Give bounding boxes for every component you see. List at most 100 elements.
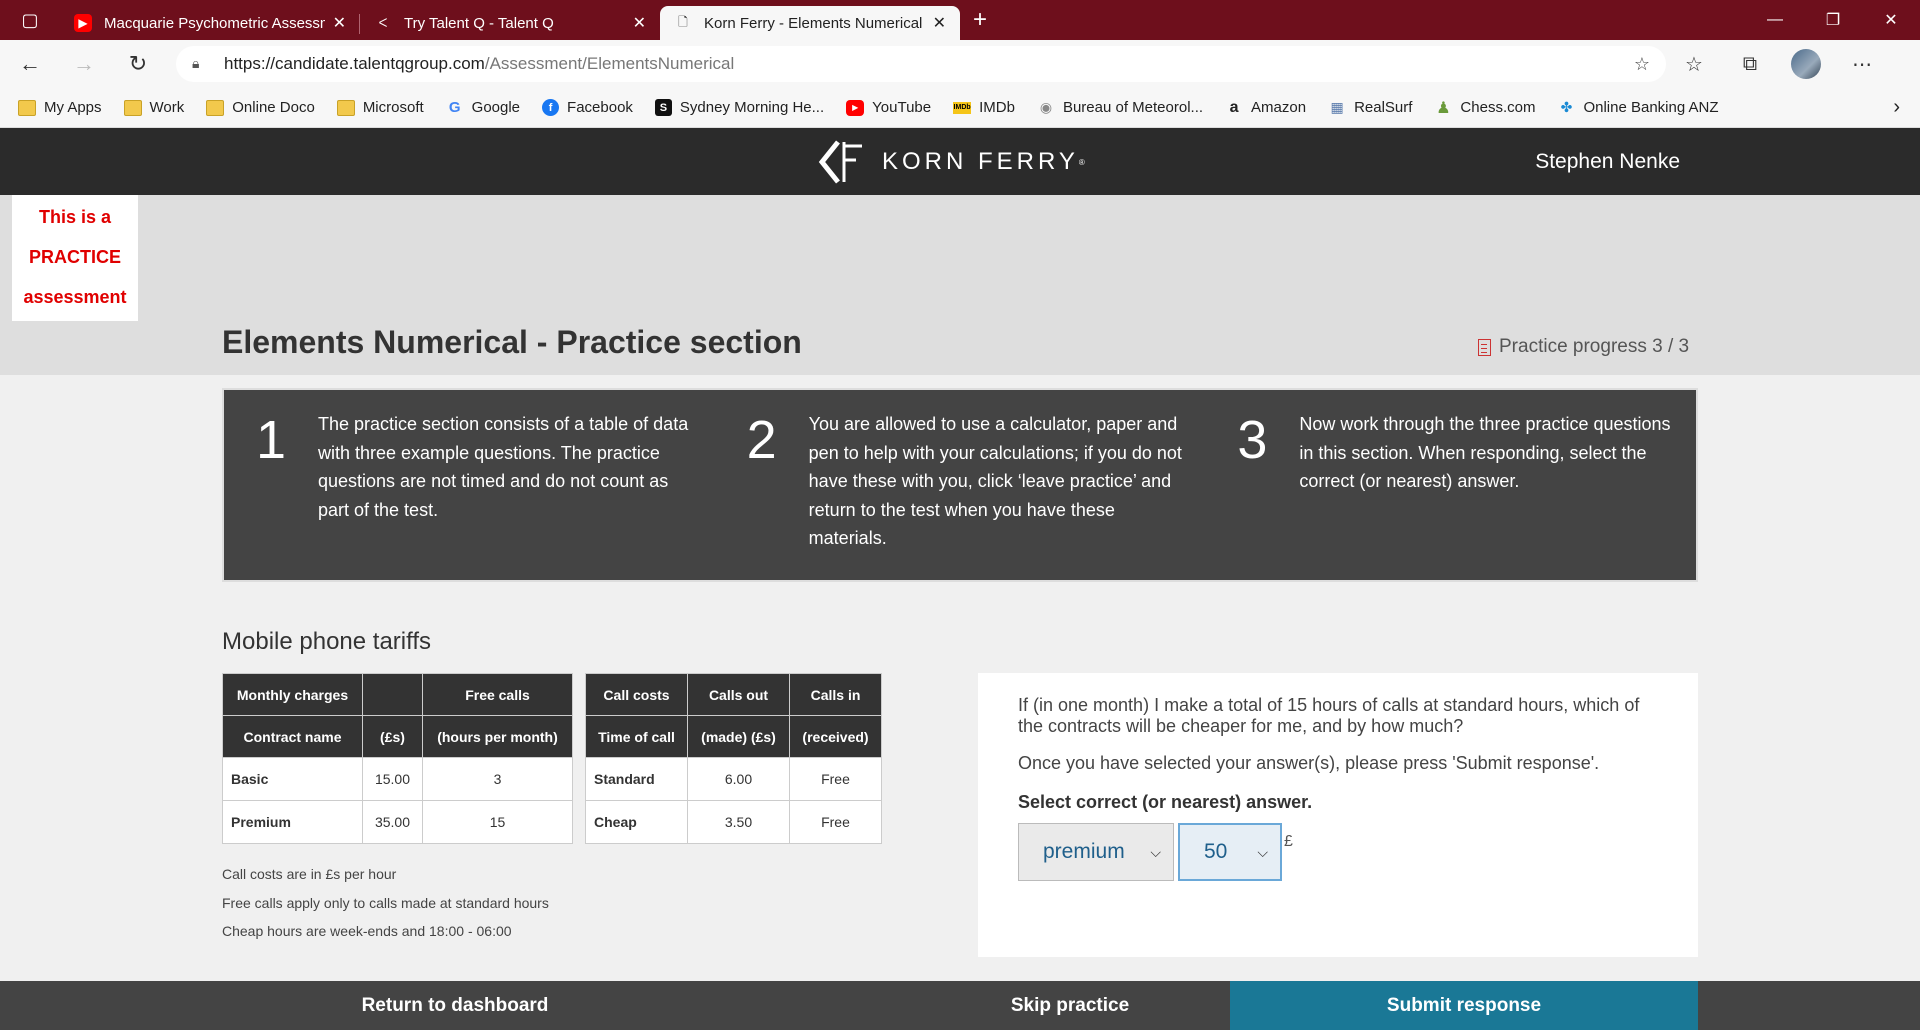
more-menu-icon[interactable]: ⋯: [1834, 52, 1890, 77]
bookmark-my-apps[interactable]: My Apps: [18, 99, 102, 116]
url-input[interactable]: 🔒︎ https://candidate.talentqgroup.com/As…: [176, 46, 1666, 82]
bookmark-microsoft[interactable]: Microsoft: [336, 99, 424, 116]
logo-text: KORN FERRY: [882, 148, 1079, 175]
step-number: 3: [1237, 410, 1268, 470]
tab-title: Try Talent Q - Talent Q: [404, 14, 554, 32]
contract-select[interactable]: premium ⌵: [1018, 823, 1174, 881]
table-row: Basic 15.00 3: [222, 757, 573, 801]
avatar: [1791, 49, 1821, 79]
bookmark-label: Facebook: [567, 99, 633, 116]
bookmark-chess[interactable]: ♟ Chess.com: [1434, 99, 1535, 117]
user-name[interactable]: Stephen Nenke: [1535, 150, 1680, 174]
amazon-icon: a: [1229, 98, 1239, 116]
profile-avatar[interactable]: [1778, 49, 1834, 79]
table-cell: Free: [789, 757, 882, 801]
question-text: If (in one month) I make a total of 15 h…: [1018, 695, 1640, 736]
table-header-row: Time of call (made) (£s) (received): [585, 715, 882, 758]
close-icon[interactable]: ✕: [333, 13, 346, 33]
practice-progress: Practice progress 3 / 3: [1478, 336, 1689, 358]
banner-line: assessment: [23, 287, 127, 307]
tab-macquarie[interactable]: ▶ Macquarie Psychometric Assessm ✕: [60, 6, 360, 40]
korn-ferry-logo: KORN FERRY ®: [818, 138, 1085, 186]
table-header: (made) (£s): [687, 715, 790, 758]
tab-title: Macquarie Psychometric Assessm: [104, 14, 325, 32]
bookmark-label: Bureau of Meteorol...: [1062, 99, 1204, 116]
table-header: (hours per month): [422, 715, 573, 758]
tab-actions-icon[interactable]: ▢: [0, 0, 60, 40]
table-cell: Basic: [222, 757, 363, 801]
table-header: Monthly charges: [222, 673, 363, 716]
amount-select[interactable]: 50 ⌵: [1178, 823, 1282, 881]
chevron-right-icon[interactable]: ›: [1893, 96, 1900, 119]
page-icon: 🗋: [678, 14, 688, 29]
practice-banner: This is a PRACTICE assessment: [12, 195, 138, 321]
table-header: Free calls: [422, 673, 573, 716]
chevron-down-icon: ⌵: [1257, 843, 1268, 860]
close-icon[interactable]: ✕: [633, 13, 646, 33]
table-row: Premium 35.00 15: [222, 800, 573, 844]
bookmark-label: IMDb: [979, 99, 1015, 116]
table-header-row: Contract name (£s) (hours per month): [222, 715, 573, 758]
currency-symbol: £: [1284, 833, 1293, 850]
table-row: Standard 6.00 Free: [585, 757, 882, 801]
table-cell: 35.00: [362, 800, 423, 844]
table-cell: 3.50: [687, 800, 790, 844]
bookmark-label: Online Banking ANZ: [1583, 99, 1719, 116]
minimize-icon[interactable]: —: [1746, 0, 1804, 40]
table-row: Cheap 3.50 Free: [585, 800, 882, 844]
step-number: 1: [256, 410, 287, 470]
collections-icon[interactable]: ⧉: [1722, 53, 1778, 76]
return-to-dashboard-button[interactable]: Return to dashboard: [0, 981, 910, 1030]
bookmark-facebook[interactable]: f Facebook: [542, 99, 633, 116]
table-header: (£s): [362, 715, 423, 758]
table-header: Calls out: [687, 673, 790, 716]
tab-talent-q[interactable]: ᐸ Try Talent Q - Talent Q ✕: [360, 6, 660, 40]
bookmark-google[interactable]: G Google: [446, 99, 520, 116]
table-cell: 3: [422, 757, 573, 801]
document-icon: [1478, 338, 1491, 356]
bom-icon: ◉: [1039, 99, 1053, 115]
close-window-icon[interactable]: ✕: [1862, 0, 1920, 40]
bookmark-youtube[interactable]: ▶ YouTube: [846, 99, 931, 116]
url-path: /Assessment/ElementsNumerical: [484, 54, 735, 73]
bookmark-amazon[interactable]: a Amazon: [1225, 98, 1306, 117]
bookmark-smh[interactable]: S Sydney Morning He...: [654, 99, 824, 116]
back-button[interactable]: ←: [6, 44, 54, 84]
bookmark-work[interactable]: Work: [123, 99, 184, 116]
bookmark-imdb[interactable]: IMDb IMDb: [953, 99, 1015, 116]
bookmark-anz[interactable]: ✤ Online Banking ANZ: [1557, 99, 1719, 116]
select-label: Select correct (or nearest) answer.: [1018, 792, 1313, 812]
site-header: KORN FERRY ® Stephen Nenke: [0, 128, 1920, 195]
step-3: 3 Now work through the three practice qu…: [1205, 410, 1696, 580]
anz-icon: ✤: [1560, 99, 1573, 115]
step-text: The practice section consists of a table…: [318, 414, 689, 520]
restore-icon[interactable]: ❐: [1804, 0, 1862, 40]
bookmark-online-doco[interactable]: Online Doco: [206, 99, 315, 116]
url-host: https://candidate.talentqgroup.com: [224, 54, 485, 73]
favorites-icon[interactable]: ☆: [1666, 52, 1722, 77]
close-icon[interactable]: ✕: [933, 13, 946, 33]
table-header: Contract name: [222, 715, 363, 758]
refresh-button[interactable]: ↻: [114, 44, 162, 84]
note-text: Free calls apply only to calls made at s…: [222, 894, 549, 911]
note-text: Cheap hours are week-ends and 18:00 - 06…: [222, 923, 512, 939]
youtube-icon: ▶: [74, 14, 92, 32]
window-controls: — ❐ ✕: [1746, 0, 1920, 40]
table-cell: 6.00: [687, 757, 790, 801]
table-cell: Free: [789, 800, 882, 844]
question-instruction: Once you have selected your answer(s), p…: [1018, 753, 1600, 773]
submit-response-button[interactable]: Submit response: [1230, 981, 1698, 1030]
table-header: Time of call: [585, 715, 688, 758]
forward-button[interactable]: →: [60, 44, 108, 84]
skip-practice-button[interactable]: Skip practice: [910, 981, 1230, 1030]
tab-korn-ferry[interactable]: 🗋 Korn Ferry - Elements Numerical ✕: [660, 6, 960, 40]
favorite-add-icon[interactable]: ☆: [1634, 54, 1650, 75]
table-header: Calls in: [789, 673, 882, 716]
bookmark-bom[interactable]: ◉ Bureau of Meteorol...: [1037, 99, 1203, 116]
table-header-row: Call costs Calls out Calls in: [585, 673, 882, 716]
bookmark-label: Online Doco: [232, 99, 315, 116]
table-header-row: Monthly charges Free calls: [222, 673, 573, 716]
new-tab-button[interactable]: +: [960, 6, 1000, 34]
banner-line: This is a: [38, 207, 112, 227]
bookmark-realsurf[interactable]: ▦ RealSurf: [1328, 99, 1412, 116]
